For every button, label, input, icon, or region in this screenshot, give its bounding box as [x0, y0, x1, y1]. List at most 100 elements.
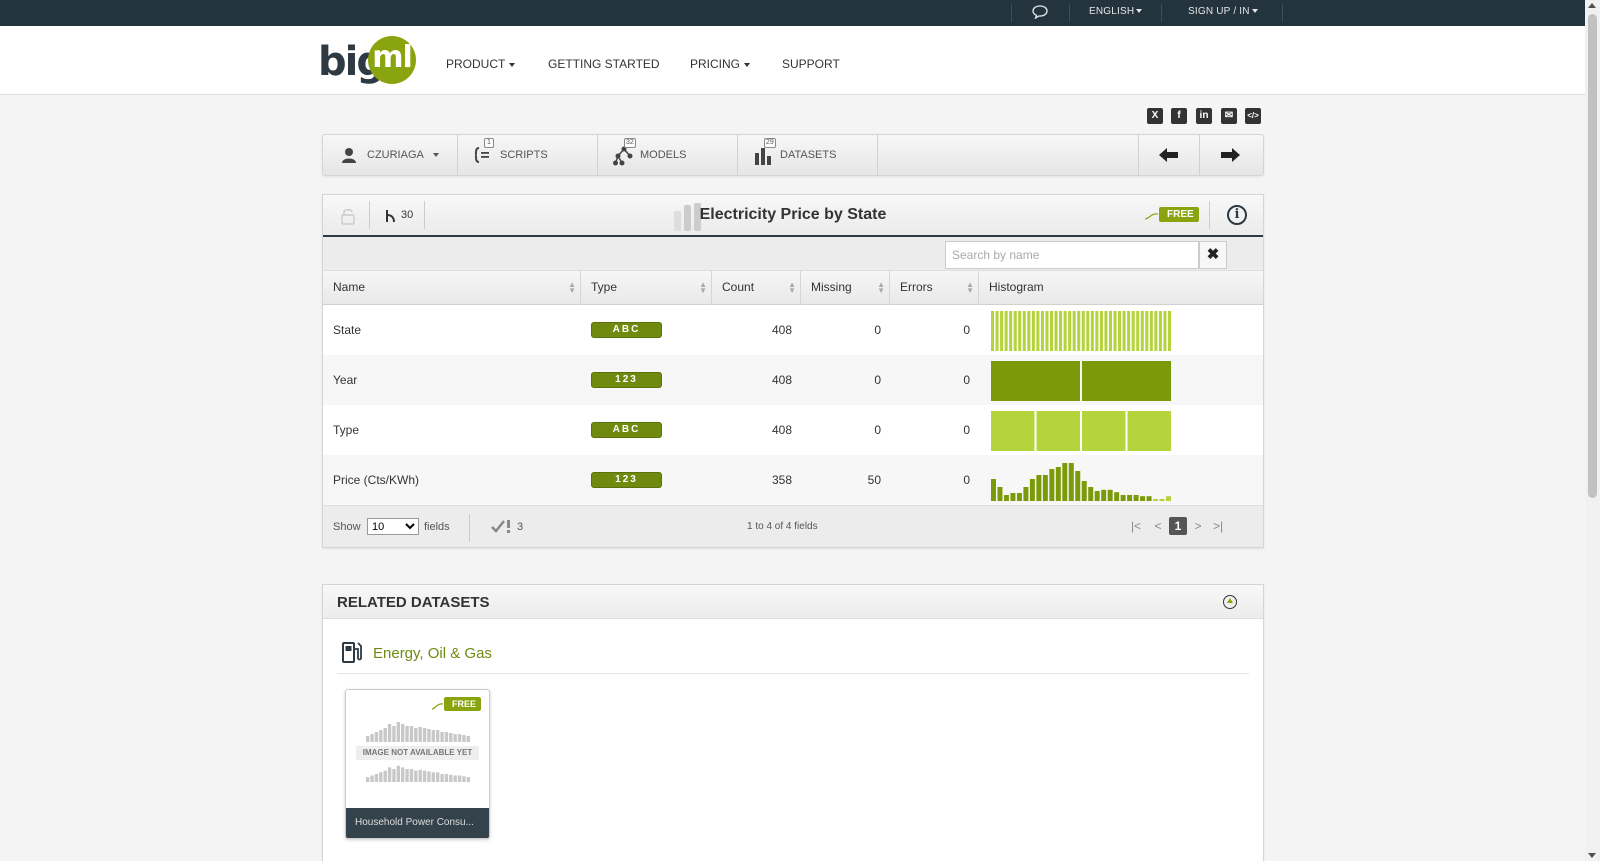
- placeholder-bar[interactable]: [366, 777, 370, 782]
- histogram-bar[interactable]: [1036, 475, 1042, 501]
- histogram-bar[interactable]: [1167, 311, 1171, 351]
- histogram-bar[interactable]: [1027, 311, 1031, 351]
- histogram-bar[interactable]: [1095, 311, 1099, 351]
- histogram-bar[interactable]: [1154, 311, 1158, 351]
- histogram-bar[interactable]: [1022, 311, 1026, 351]
- histogram-bar[interactable]: [1055, 467, 1061, 501]
- placeholder-bar[interactable]: [422, 728, 427, 742]
- card-dataset-name[interactable]: Household Power Consu...: [346, 808, 489, 838]
- histogram-bar[interactable]: [1140, 496, 1146, 501]
- field-name[interactable]: Type: [333, 405, 359, 455]
- placeholder-bar[interactable]: [374, 732, 379, 742]
- placeholder-bar[interactable]: [457, 734, 462, 742]
- histogram-bar[interactable]: [1131, 311, 1135, 351]
- placeholder-bar[interactable]: [440, 732, 444, 742]
- prev-page-button[interactable]: <: [1149, 517, 1167, 535]
- histogram-bar[interactable]: [1140, 311, 1144, 351]
- histogram-state[interactable]: [991, 311, 1171, 351]
- table-row[interactable]: State ABC 408 0 0: [323, 305, 1263, 355]
- histogram-bar[interactable]: [1004, 311, 1008, 351]
- email-share-icon[interactable]: ✉: [1221, 108, 1237, 124]
- column-type[interactable]: Type ▲ ▼: [581, 271, 712, 305]
- histogram-bar[interactable]: [1082, 411, 1126, 451]
- histogram-bar[interactable]: [1114, 492, 1120, 501]
- histogram-bar[interactable]: [1158, 311, 1162, 351]
- histogram-bar[interactable]: [1108, 311, 1113, 351]
- field-name[interactable]: Price (Cts/KWh): [333, 455, 419, 505]
- histogram-bar[interactable]: [1018, 311, 1022, 351]
- histogram-bar[interactable]: [1063, 311, 1067, 351]
- placeholder-bar[interactable]: [436, 730, 440, 742]
- check-warning-icon[interactable]: [491, 518, 513, 534]
- placeholder-bar[interactable]: [396, 765, 401, 782]
- histogram-bar[interactable]: [1127, 411, 1172, 451]
- placeholder-bar[interactable]: [431, 772, 436, 782]
- histogram-bar[interactable]: [1153, 499, 1159, 501]
- histogram-bar[interactable]: [995, 311, 999, 351]
- placeholder-bar[interactable]: [383, 728, 387, 742]
- column-missing[interactable]: Missing ▲ ▼: [801, 271, 890, 305]
- histogram-bar[interactable]: [1113, 311, 1117, 351]
- placeholder-bar[interactable]: [379, 730, 383, 742]
- info-icon[interactable]: i: [1227, 205, 1247, 225]
- placeholder-bar[interactable]: [396, 722, 401, 742]
- page-scrollbar[interactable]: [1585, 0, 1600, 861]
- nav-product[interactable]: PRODUCT: [446, 57, 516, 71]
- nav-getting-started[interactable]: GETTING STARTED: [548, 57, 660, 71]
- histogram-bar[interactable]: [1049, 469, 1055, 501]
- histogram-bar[interactable]: [1029, 479, 1035, 501]
- category-title[interactable]: Energy, Oil & Gas: [373, 645, 492, 662]
- histogram-bar[interactable]: [1136, 311, 1140, 351]
- histogram-bar[interactable]: [1036, 311, 1040, 351]
- histogram-bar[interactable]: [1077, 311, 1081, 351]
- placeholder-bar[interactable]: [387, 767, 392, 782]
- placeholder-bar[interactable]: [440, 773, 444, 782]
- placeholder-bar[interactable]: [427, 771, 431, 782]
- histogram-bar[interactable]: [991, 411, 1035, 451]
- placeholder-bar[interactable]: [379, 772, 383, 782]
- histogram-bar[interactable]: [1094, 491, 1100, 501]
- histogram-bar[interactable]: [1133, 495, 1139, 501]
- histogram-bar[interactable]: [1072, 311, 1076, 351]
- histogram-bar[interactable]: [1059, 311, 1063, 351]
- placeholder-bar[interactable]: [462, 735, 466, 742]
- histogram-year[interactable]: [991, 361, 1171, 401]
- histogram-bar[interactable]: [1086, 311, 1090, 351]
- collapse-up-icon[interactable]: [1223, 595, 1237, 609]
- placeholder-bar[interactable]: [405, 769, 409, 782]
- histogram-bar[interactable]: [1146, 496, 1152, 501]
- placeholder-bar[interactable]: [409, 769, 414, 782]
- scroll-up-arrow[interactable]: [1588, 3, 1596, 8]
- current-page[interactable]: 1: [1169, 517, 1187, 535]
- last-page-button[interactable]: >|: [1209, 517, 1227, 535]
- histogram-bar[interactable]: [1062, 463, 1068, 501]
- chat-bubble-icon[interactable]: [1032, 5, 1048, 19]
- x-share-icon[interactable]: X: [1147, 108, 1163, 124]
- clear-search-button[interactable]: ✖: [1199, 241, 1227, 269]
- histogram-bar[interactable]: [1159, 499, 1165, 501]
- histogram-bar[interactable]: [1127, 495, 1133, 501]
- field-name[interactable]: State: [333, 305, 361, 355]
- linkedin-share-icon[interactable]: in: [1196, 108, 1212, 124]
- language-menu[interactable]: ENGLISH: [1089, 6, 1143, 17]
- placeholder-bar[interactable]: [392, 769, 396, 782]
- histogram-bar[interactable]: [1045, 311, 1049, 351]
- bigml-logo[interactable]: big ml: [318, 36, 418, 86]
- search-input[interactable]: [945, 241, 1199, 269]
- page-size-select[interactable]: 10: [367, 518, 419, 535]
- scroll-down-arrow[interactable]: [1588, 853, 1596, 858]
- previous-button[interactable]: [1138, 135, 1200, 175]
- placeholder-bar[interactable]: [466, 736, 470, 742]
- histogram-bar[interactable]: [1127, 311, 1131, 351]
- placeholder-bar[interactable]: [409, 726, 414, 742]
- histogram-bar[interactable]: [1009, 311, 1013, 351]
- scripts-tab[interactable]: 1 SCRIPTS: [458, 135, 598, 175]
- histogram-bar[interactable]: [1104, 311, 1108, 351]
- column-name[interactable]: Name ▲ ▼: [323, 271, 581, 305]
- placeholder-bar[interactable]: [449, 733, 453, 742]
- datasets-tab[interactable]: 29 DATASETS: [738, 135, 878, 175]
- placeholder-bar[interactable]: [366, 736, 370, 742]
- histogram-bar[interactable]: [991, 361, 1080, 401]
- signup-menu[interactable]: SIGN UP / IN: [1188, 6, 1258, 17]
- placeholder-bar[interactable]: [374, 773, 379, 782]
